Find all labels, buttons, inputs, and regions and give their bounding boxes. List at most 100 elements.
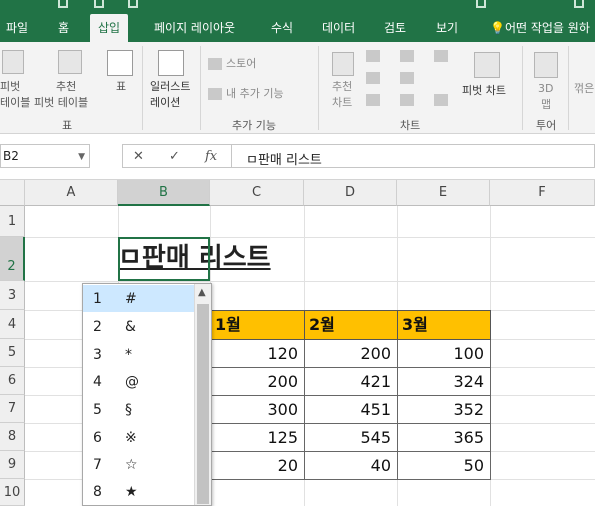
pivot-table-icon[interactable] bbox=[2, 50, 24, 74]
col-header-d[interactable]: D bbox=[304, 180, 397, 206]
table-icon[interactable] bbox=[107, 50, 133, 76]
scatter-chart-icon[interactable] bbox=[400, 94, 414, 106]
worksheet-grid[interactable]: A B C D E F 1 2 3 4 5 6 7 8 9 10 ㅁ판매 리스트… bbox=[0, 180, 595, 506]
column-chart-icon[interactable] bbox=[366, 50, 380, 62]
pivot-chart-button[interactable]: 피벗 차트 bbox=[462, 84, 506, 98]
row-header-4[interactable]: 4 bbox=[0, 310, 25, 339]
row-header-5[interactable]: 5 bbox=[0, 339, 25, 367]
col-header-a[interactable]: A bbox=[25, 180, 118, 206]
row-header-8[interactable]: 8 bbox=[0, 423, 25, 451]
symbol-item[interactable]: 6 ※ bbox=[83, 424, 195, 451]
popup-scrollbar[interactable]: ▲ bbox=[194, 284, 211, 505]
select-all-corner[interactable] bbox=[0, 180, 25, 206]
row-header-9[interactable]: 9 bbox=[0, 451, 25, 479]
tab-view[interactable]: 보기 bbox=[436, 14, 458, 42]
row-header-7[interactable]: 7 bbox=[0, 395, 25, 423]
redo-icon[interactable] bbox=[128, 0, 138, 8]
tab-file[interactable]: 파일 bbox=[6, 14, 28, 42]
header-cell-jan[interactable]: 1월 bbox=[210, 310, 305, 340]
sparkline-line-button[interactable]: 꺾은 bbox=[574, 82, 594, 96]
data-cell[interactable]: 120 bbox=[210, 340, 305, 368]
symbol-item[interactable]: 4 @ bbox=[83, 368, 195, 395]
enter-icon[interactable]: ✓ bbox=[169, 149, 180, 164]
col-header-e[interactable]: E bbox=[397, 180, 490, 206]
symbol-item[interactable]: 2 & bbox=[83, 313, 195, 340]
data-cell[interactable]: 40 bbox=[304, 452, 398, 480]
my-addins-button[interactable]: 내 추가 기능 bbox=[226, 87, 284, 101]
store-button[interactable]: 스토어 bbox=[226, 57, 256, 71]
symbol-item[interactable]: 8 ★ bbox=[83, 478, 195, 505]
map-3d-label-2[interactable]: 맵 bbox=[541, 98, 551, 112]
pivot-table-label-1[interactable]: 피벗 bbox=[0, 80, 20, 94]
group-charts-label: 차트 bbox=[400, 119, 421, 132]
row-header-2[interactable]: 2 bbox=[0, 237, 25, 281]
symbol-candidate-list[interactable]: 1 # 2 & 3 * 4 @ 5 § 6 ※ 7 ☆ 8 ★ ▲ bbox=[82, 283, 212, 506]
row-header-6[interactable]: 6 bbox=[0, 367, 25, 395]
chevron-down-icon[interactable]: ▼ bbox=[78, 152, 85, 162]
tab-formulas[interactable]: 수식 bbox=[271, 14, 293, 42]
symbol-item[interactable]: 1 # bbox=[83, 285, 195, 312]
symbol-item[interactable]: 7 ☆ bbox=[83, 451, 195, 478]
data-cell[interactable]: 365 bbox=[397, 424, 491, 452]
tab-home[interactable]: 홈 bbox=[58, 14, 69, 42]
data-cell[interactable]: 545 bbox=[304, 424, 398, 452]
data-cell[interactable]: 125 bbox=[210, 424, 305, 452]
cancel-icon[interactable]: ✕ bbox=[133, 149, 144, 164]
hierarchy-chart-icon[interactable] bbox=[400, 50, 414, 62]
map-3d-label-1[interactable]: 3D bbox=[538, 82, 553, 96]
illustrations-icon[interactable] bbox=[158, 50, 184, 76]
tell-me-box[interactable]: 💡어떤 작업을 원하 bbox=[490, 14, 590, 42]
tab-insert[interactable]: 삽입 bbox=[90, 14, 129, 42]
data-cell[interactable]: 200 bbox=[304, 340, 398, 368]
data-cell[interactable]: 50 bbox=[397, 452, 491, 480]
waterfall-chart-icon[interactable] bbox=[434, 50, 448, 62]
scrollbar-thumb[interactable] bbox=[197, 304, 209, 504]
insert-function-icon[interactable]: fx bbox=[205, 149, 217, 164]
illustrations-label-1[interactable]: 일러스트 bbox=[150, 80, 190, 94]
data-cell[interactable]: 200 bbox=[210, 368, 305, 396]
tab-data[interactable]: 데이터 bbox=[322, 14, 355, 42]
data-cell[interactable]: 421 bbox=[304, 368, 398, 396]
formula-bar: B2 ▼ ✕ ✓ fx ㅁ판매 리스트 bbox=[0, 134, 595, 180]
data-cell[interactable]: 324 bbox=[397, 368, 491, 396]
col-header-b[interactable]: B bbox=[118, 180, 210, 206]
radar-chart-icon[interactable] bbox=[434, 94, 448, 106]
data-cell[interactable]: 352 bbox=[397, 396, 491, 424]
recommended-charts-label-2[interactable]: 차트 bbox=[332, 96, 352, 110]
header-cell-mar[interactable]: 3월 bbox=[397, 310, 491, 340]
header-cell-feb[interactable]: 2월 bbox=[304, 310, 398, 340]
recommended-pivot-icon[interactable] bbox=[58, 50, 82, 74]
row-header-10[interactable]: 10 bbox=[0, 479, 25, 506]
col-header-f[interactable]: F bbox=[490, 180, 595, 206]
row-header-3[interactable]: 3 bbox=[0, 281, 25, 310]
illustrations-label-2[interactable]: 레이션 bbox=[150, 96, 180, 110]
undo-icon[interactable] bbox=[94, 0, 104, 8]
line-chart-icon[interactable] bbox=[366, 72, 380, 84]
pivot-chart-icon[interactable] bbox=[474, 52, 500, 78]
pie-chart-icon[interactable] bbox=[366, 94, 380, 106]
map-3d-icon[interactable] bbox=[534, 52, 558, 78]
row-header-1[interactable]: 1 bbox=[0, 206, 25, 237]
data-cell[interactable]: 100 bbox=[397, 340, 491, 368]
recommended-charts-icon[interactable] bbox=[332, 52, 354, 76]
recommended-pivot-label-1[interactable]: 추천 bbox=[56, 80, 76, 94]
share-icon[interactable] bbox=[574, 0, 584, 8]
statistic-chart-icon[interactable] bbox=[400, 72, 414, 84]
save-icon[interactable] bbox=[58, 0, 68, 8]
tab-page-layout[interactable]: 페이지 레이아웃 bbox=[154, 14, 235, 42]
data-cell[interactable]: 451 bbox=[304, 396, 398, 424]
ribbon-display-icon[interactable] bbox=[476, 0, 486, 8]
pivot-table-label-2[interactable]: 테이블 bbox=[0, 96, 30, 110]
symbol-item[interactable]: 3 * bbox=[83, 341, 195, 368]
col-header-c[interactable]: C bbox=[210, 180, 304, 206]
data-cell[interactable]: 300 bbox=[210, 396, 305, 424]
chevron-up-icon[interactable]: ▲ bbox=[198, 287, 206, 298]
table-label[interactable]: 표 bbox=[116, 80, 126, 94]
recommended-charts-label-1[interactable]: 추천 bbox=[332, 80, 352, 94]
data-cell[interactable]: 20 bbox=[210, 452, 305, 480]
symbol-item[interactable]: 5 § bbox=[83, 396, 195, 423]
recommended-pivot-label-2[interactable]: 피벗 테이블 bbox=[34, 96, 88, 110]
name-box[interactable]: B2 ▼ bbox=[0, 144, 90, 168]
tab-review[interactable]: 검토 bbox=[384, 14, 406, 42]
formula-input[interactable]: ㅁ판매 리스트 bbox=[232, 144, 595, 168]
